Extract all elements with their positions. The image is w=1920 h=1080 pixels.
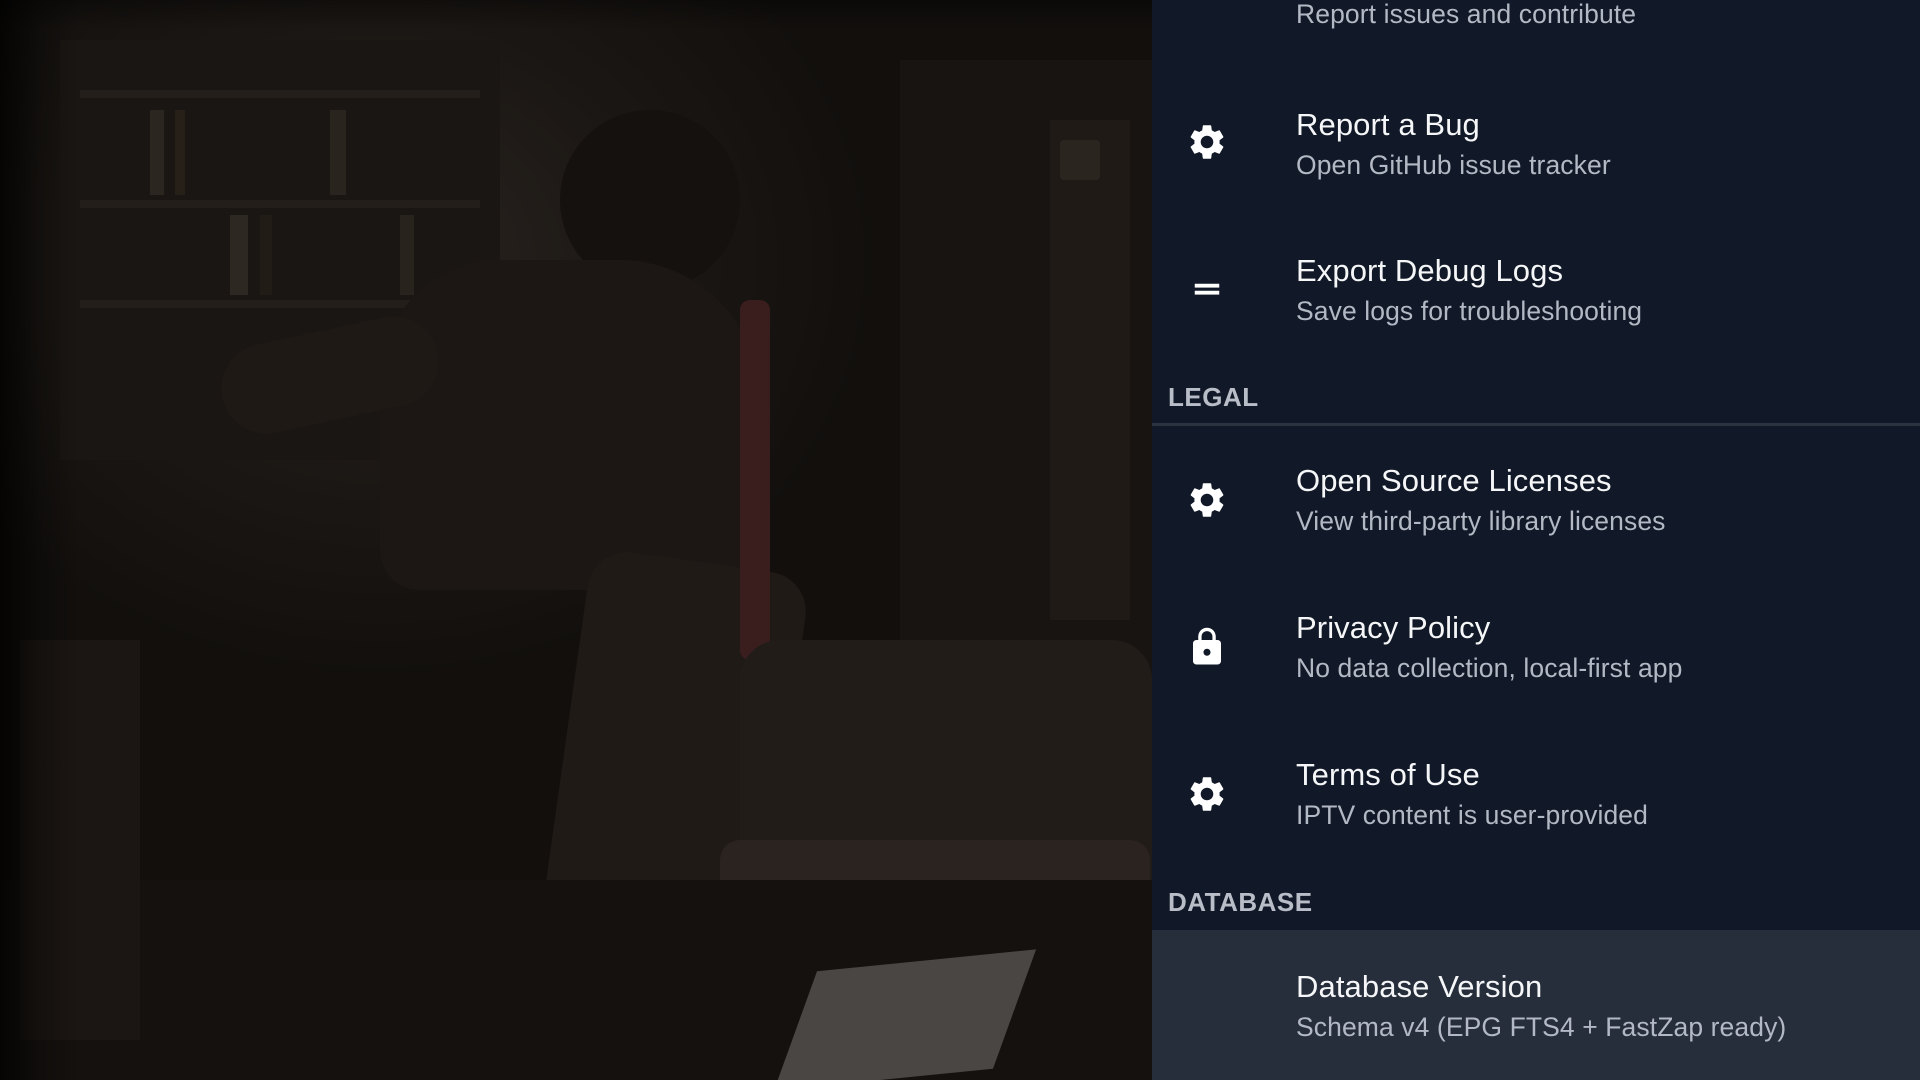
settings-item-contribute[interactable]: Report issues and contribute [1152, 0, 1920, 41]
settings-item-subtitle: Save logs for troubleshooting [1296, 296, 1643, 326]
settings-item-subtitle: No data collection, local-first app [1296, 653, 1683, 683]
settings-item-subtitle: Schema v4 (EPG FTS4 + FastZap ready) [1296, 1012, 1787, 1042]
settings-item-title: Privacy Policy [1296, 610, 1491, 645]
screen: Report issues and contribute Report a Bu… [0, 0, 1920, 1080]
lock-icon [1186, 626, 1228, 668]
settings-item-title: Terms of Use [1296, 757, 1480, 792]
settings-item-subtitle: Open GitHub issue tracker [1296, 150, 1611, 180]
gear-icon [1186, 121, 1228, 163]
section-header-database: DATABASE [1168, 887, 1313, 917]
settings-item-subtitle: IPTV content is user-provided [1296, 800, 1648, 830]
settings-item-title: Database Version [1296, 969, 1543, 1004]
settings-item-export-logs[interactable]: Export Debug Logs Save logs for troubles… [1152, 215, 1920, 362]
settings-item-database-version[interactable]: Database Version Schema v4 (EPG FTS4 + F… [1152, 930, 1920, 1080]
settings-item-report-bug[interactable]: Report a Bug Open GitHub issue tracker [1152, 68, 1920, 215]
settings-item-licenses[interactable]: Open Source Licenses View third-party li… [1152, 426, 1920, 573]
settings-item-title: Open Source Licenses [1296, 463, 1612, 498]
section-header-legal: LEGAL [1168, 382, 1259, 412]
settings-item-title: Export Debug Logs [1296, 253, 1564, 288]
settings-item-terms[interactable]: Terms of Use IPTV content is user-provid… [1152, 720, 1920, 867]
settings-panel: Report issues and contribute Report a Bu… [1152, 0, 1920, 1080]
gear-icon [1186, 773, 1228, 815]
settings-item-title: Report a Bug [1296, 107, 1480, 142]
settings-item-subtitle: View third-party library licenses [1296, 506, 1666, 536]
settings-item-privacy[interactable]: Privacy Policy No data collection, local… [1152, 573, 1920, 720]
gear-icon [1186, 479, 1228, 521]
video-background [0, 0, 1152, 1080]
settings-item-subtitle: Report issues and contribute [1296, 0, 1637, 29]
equals-icon [1186, 268, 1228, 310]
